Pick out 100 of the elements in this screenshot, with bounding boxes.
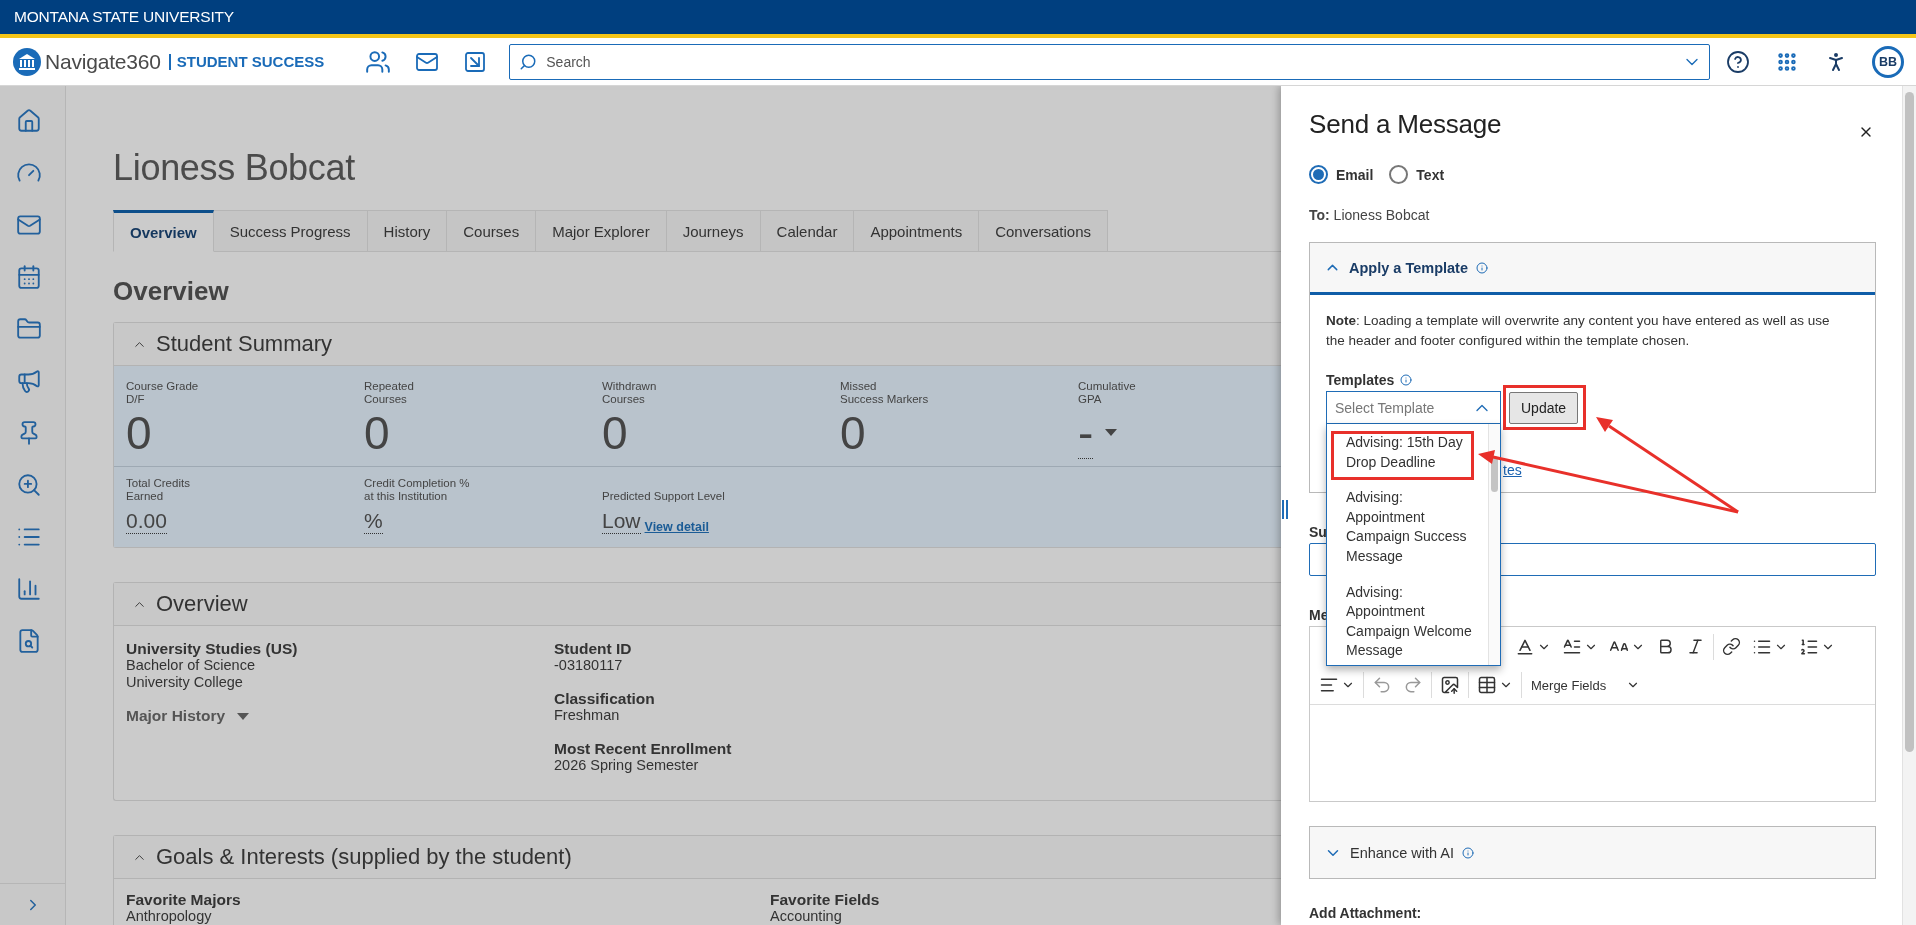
folder-icon[interactable] — [16, 316, 42, 342]
info-value: -03180117 — [554, 657, 623, 674]
search-icon[interactable] — [519, 52, 538, 71]
caret-down-icon[interactable] — [1105, 429, 1118, 436]
recipient-line: To: Lioness Bobcat — [1309, 207, 1430, 223]
info-label: Favorite Majors — [126, 891, 241, 908]
brand-name: Navigate360 — [45, 49, 161, 74]
merge-fields-dropdown[interactable]: Merge Fields — [1525, 677, 1647, 693]
metric-value: 0 — [840, 408, 866, 458]
tab[interactable]: Major Explorer — [536, 210, 667, 252]
accordion-header[interactable]: Apply a Template — [1310, 243, 1875, 295]
panel-header[interactable]: Student Summary — [114, 323, 1281, 366]
templates-link[interactable]: tes — [1503, 462, 1522, 478]
tab[interactable]: Courses — [447, 210, 537, 252]
help-icon[interactable] — [1726, 49, 1750, 74]
update-button[interactable]: Update — [1509, 391, 1579, 424]
metric-value[interactable]: Low — [602, 509, 641, 534]
metric-value: 0 — [364, 408, 390, 458]
italic-icon[interactable] — [1686, 637, 1705, 656]
resize-handle[interactable] — [1282, 500, 1288, 519]
people-icon[interactable] — [365, 48, 392, 75]
logo-icon[interactable] — [13, 47, 41, 76]
tab[interactable]: Success Progress — [213, 210, 368, 252]
metric-label: Course Grade D/F — [126, 380, 199, 406]
accordion-title: Apply a Template — [1349, 259, 1468, 276]
document-search-icon[interactable] — [16, 628, 42, 654]
accordion-title: Enhance with AI — [1350, 844, 1454, 861]
mail-icon[interactable] — [16, 212, 42, 238]
undo-icon[interactable] — [1372, 675, 1392, 695]
field-label: Templates — [1326, 372, 1395, 388]
metric-value[interactable]: % — [364, 509, 383, 534]
section-heading: Overview — [113, 275, 230, 307]
metric-label: Cumulative GPA — [1078, 380, 1136, 406]
info-label: Student ID — [554, 640, 632, 657]
subject-field[interactable] — [1309, 543, 1876, 576]
image-upload-icon[interactable] — [1440, 675, 1460, 695]
info-value: Anthropology — [126, 908, 212, 925]
note-text: Note: Loading a template will overwrite any content you have entered as well as use the header and footer configured within the template chosen. — [1326, 312, 1831, 350]
info-label: Favorite Fields — [770, 891, 880, 908]
panel-header[interactable]: Overview — [114, 583, 1281, 626]
metric-label: Predicted Support Level — [602, 490, 725, 503]
program-name: University Studies (US) — [126, 640, 298, 657]
grid-icon[interactable] — [1776, 50, 1798, 73]
radio-label: Text — [1416, 166, 1445, 183]
info-icon[interactable] — [1400, 374, 1413, 386]
metric-label: Missed Success Markers — [840, 380, 929, 406]
arrow-square-icon[interactable] — [463, 49, 488, 74]
tab[interactable]: Calendar — [760, 210, 855, 252]
panel-title: Student Summary — [156, 331, 333, 357]
redo-icon[interactable] — [1403, 675, 1423, 695]
zoom-in-icon[interactable] — [16, 472, 42, 498]
tab[interactable]: Overview — [113, 210, 214, 252]
field-label: Su — [1309, 524, 1327, 540]
tab[interactable]: Appointments — [854, 210, 980, 252]
info-label: Classification — [554, 690, 655, 707]
scrollbar-thumb[interactable] — [1491, 456, 1498, 492]
template-select[interactable]: Select Template — [1326, 391, 1501, 424]
radio-button[interactable] — [1389, 165, 1409, 184]
metric-value[interactable]: - — [1078, 408, 1094, 459]
major-history-toggle[interactable]: Major History — [126, 707, 226, 725]
search-field[interactable]: Search — [509, 43, 1710, 80]
degree-text: Bachelor of Science — [126, 657, 255, 674]
link-icon[interactable] — [1722, 637, 1741, 656]
university-name: MONTANA STATE UNIVERSITY — [14, 8, 234, 26]
megaphone-icon[interactable] — [16, 368, 42, 394]
info-value: 2026 Spring Semester — [554, 757, 699, 774]
metric-value: 0 — [602, 408, 628, 458]
caret-down-icon[interactable] — [237, 712, 250, 720]
metric-label: Credit Completion % at this Institution — [364, 477, 470, 503]
accordion-header[interactable]: Enhance with AI — [1310, 827, 1875, 878]
table-icon[interactable] — [1477, 675, 1497, 695]
tab[interactable]: History — [367, 210, 448, 252]
tab[interactable]: Conversations — [979, 210, 1109, 252]
college-text: University College — [126, 674, 243, 691]
metric-value[interactable]: 0.00 — [126, 509, 167, 534]
panel-title: Overview — [156, 591, 248, 617]
field-label: Add Attachment: — [1309, 905, 1422, 921]
metric-label: Repeated Courses — [364, 380, 414, 406]
product-name: STUDENT SUCCESS — [168, 53, 325, 70]
student-name: Lioness Bobcat — [113, 146, 356, 190]
info-icon[interactable] — [1462, 846, 1474, 859]
avatar[interactable]: BB — [1872, 45, 1904, 78]
radio-button[interactable] — [1309, 165, 1328, 184]
align-left-icon[interactable] — [1319, 675, 1339, 695]
metric-value: 0 — [126, 408, 152, 458]
dropdown-option[interactable]: Advising: Appointment Campaign Welcome Message — [1327, 574, 1488, 665]
panel-title: Goals & Interests (supplied by the student) — [156, 844, 572, 870]
home-icon[interactable] — [16, 108, 42, 134]
info-icon[interactable] — [1476, 261, 1488, 274]
chart-icon[interactable] — [16, 576, 42, 602]
view-detail-link[interactable]: View detail — [644, 520, 709, 534]
metric-label: Total Credits Earned — [126, 477, 190, 503]
scrollbar-thumb[interactable] — [1905, 92, 1914, 752]
info-label: Most Recent Enrollment — [554, 740, 732, 757]
calendar-icon[interactable] — [16, 264, 42, 290]
tab[interactable]: Journeys — [666, 210, 761, 252]
radio-label: Email — [1336, 166, 1374, 183]
metric-label: Withdrawn Courses — [602, 380, 657, 406]
panel-header[interactable]: Goals & Interests (supplied by the student) — [114, 836, 1281, 879]
info-value: Freshman — [554, 707, 620, 724]
